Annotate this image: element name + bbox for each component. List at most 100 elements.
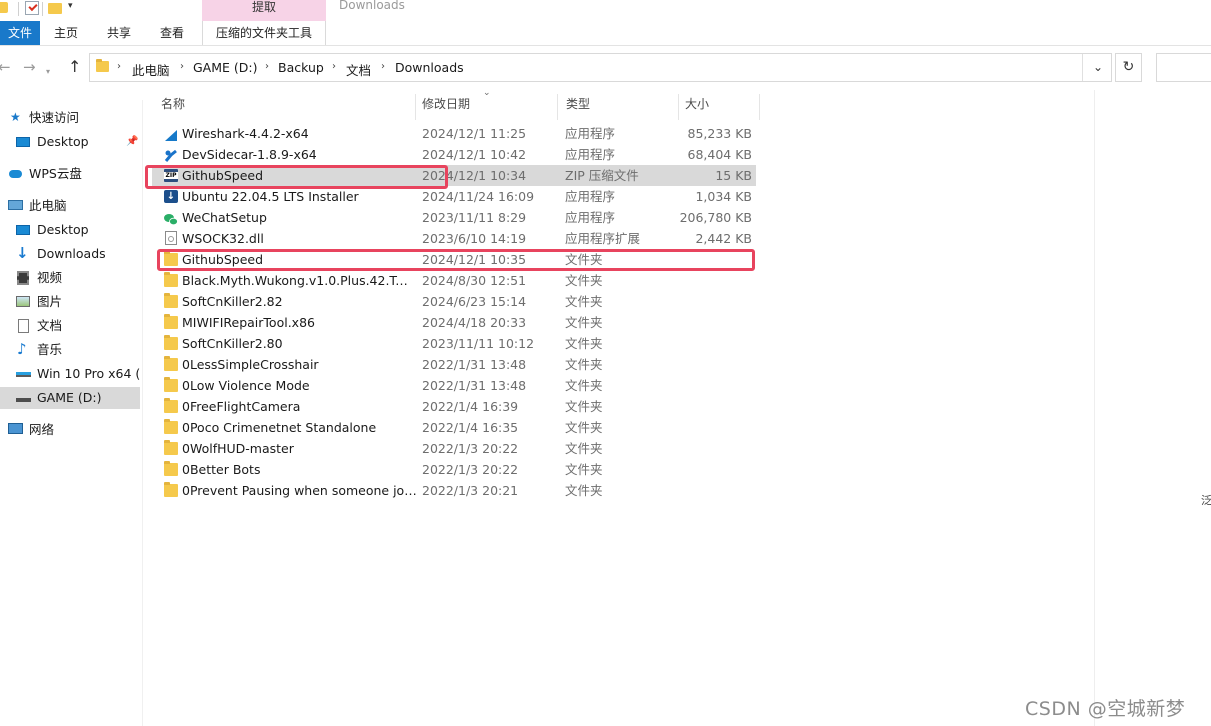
folder-row[interactable]: 0Low Violence Mode 2022/1/31 13:48 文件夹 [152, 375, 756, 396]
address-bar[interactable]: › 此电脑 › GAME (D:) › Backup › 文档 › Downlo… [89, 53, 1112, 82]
nav-item-network[interactable]: 网络 [0, 419, 140, 441]
folder-row[interactable]: 0Prevent Pausing when someone joins 2022… [152, 480, 756, 501]
nav-item-desktop[interactable]: Desktop [0, 219, 140, 241]
column-size-header[interactable]: 大小 [676, 94, 760, 120]
nav-item-quick-access[interactable]: ★ 快速访问 [0, 107, 140, 129]
divider [1094, 90, 1095, 726]
file-row[interactable]: ↓ Ubuntu 22.04.5 LTS Installer 2024/11/2… [152, 186, 756, 207]
file-name: SoftCnKiller2.80 [182, 336, 283, 351]
refresh-button[interactable]: ↻ [1115, 53, 1142, 82]
highlight-box [145, 165, 448, 189]
tab-compressed-folder-tools[interactable]: 压缩的文件夹工具 [202, 21, 326, 45]
divider [42, 2, 43, 16]
breadcrumb-documents[interactable]: 文档 [346, 60, 371, 79]
folder-row[interactable]: 0FreeFlightCamera 2022/1/4 16:39 文件夹 [152, 396, 756, 417]
chevron-right-icon[interactable]: › [332, 61, 336, 72]
properties-icon[interactable] [25, 1, 39, 15]
up-arrow-icon[interactable]: ↑ [68, 59, 81, 75]
file-row[interactable]: WSOCK32.dll 2023/6/10 14:19 应用程序扩展 2,442… [152, 228, 756, 249]
file-date: 2024/4/18 20:33 [422, 315, 527, 330]
file-date: 2022/1/31 13:48 [422, 378, 527, 393]
nav-item-videos[interactable]: 视频 [0, 267, 140, 289]
nav-item-documents[interactable]: 文档 [0, 315, 140, 337]
nav-item-this-pc[interactable]: 此电脑 [0, 195, 140, 217]
nav-item-label: Desktop [37, 222, 89, 237]
breadcrumb-this-pc[interactable]: 此电脑 [132, 60, 170, 79]
file-name: SoftCnKiller2.82 [182, 294, 283, 309]
folder-icon[interactable] [0, 2, 8, 13]
nav-item-label: WPS云盘 [29, 166, 82, 181]
file-name: WSOCK32.dll [182, 231, 264, 246]
folder-icon [164, 356, 178, 371]
nav-item-label: 快速访问 [29, 110, 80, 125]
nav-item-drive-d[interactable]: GAME (D:) [0, 387, 140, 409]
forward-arrow-icon[interactable]: → [23, 60, 36, 75]
tab-share[interactable]: 共享 [95, 21, 143, 45]
extract-context-header: 提取 [202, 0, 326, 21]
chevron-right-icon[interactable]: › [265, 61, 269, 72]
tab-view[interactable]: 查看 [148, 21, 196, 45]
search-input[interactable] [1156, 53, 1211, 82]
tab-file[interactable]: 文件 [0, 21, 40, 45]
column-name-header[interactable]: 名称 [152, 94, 416, 120]
network-icon [8, 423, 23, 434]
file-name: Ubuntu 22.04.5 LTS Installer [182, 189, 359, 204]
customize-quick-access-icon[interactable]: ▾ [68, 1, 73, 11]
nav-item-drive-c[interactable]: Win 10 Pro x64 (C [0, 363, 140, 385]
star-icon: ★ [10, 110, 21, 124]
file-name: Black.Myth.Wukong.v1.0.Plus.42.Train... [182, 273, 410, 288]
divider [1082, 54, 1083, 81]
title-bar: ▾ 提取 Downloads [0, 0, 1211, 21]
breadcrumb-game-drive[interactable]: GAME (D:) [193, 60, 257, 75]
breadcrumb-downloads[interactable]: Downloads [395, 60, 464, 75]
download-icon: ↓ [16, 244, 29, 262]
file-row[interactable]: WeChatSetup 2023/11/11 8:29 应用程序 206,780… [152, 207, 756, 228]
nav-item-label: 文档 [37, 318, 63, 333]
highlight-box [157, 249, 755, 271]
file-row[interactable]: DevSidecar-1.8.9-x64 2024/12/1 10:42 应用程… [152, 144, 756, 165]
nav-item-desktop-pinned[interactable]: Desktop 📌 [0, 131, 140, 153]
folder-row[interactable]: 0LessSimpleCrosshair 2022/1/31 13:48 文件夹 [152, 354, 756, 375]
file-type: 应用程序 [565, 147, 616, 162]
folder-row[interactable]: Black.Myth.Wukong.v1.0.Plus.42.Train... … [152, 270, 756, 291]
file-date: 2024/8/30 12:51 [422, 273, 527, 288]
nav-item-label: 音乐 [37, 342, 63, 357]
breadcrumb-backup[interactable]: Backup [278, 60, 324, 75]
document-icon [18, 319, 29, 333]
column-header: 名称 修改日期 类型 大小 ⌄ [152, 88, 764, 120]
nav-item-wps-cloud[interactable]: WPS云盘 [0, 163, 140, 185]
nav-item-music[interactable]: ♪ 音乐 [0, 339, 140, 361]
folder-row[interactable]: SoftCnKiller2.82 2024/6/23 15:14 文件夹 [152, 291, 756, 312]
ribbon-tabs: 文件 主页 共享 查看 压缩的文件夹工具 [0, 21, 1211, 46]
folder-row[interactable]: MIWIFIRepairTool.x86 2024/4/18 20:33 文件夹 [152, 312, 756, 333]
folder-row[interactable]: 0Poco Crimenetnet Standalone 2022/1/4 16… [152, 417, 756, 438]
folder-row[interactable]: 0Better Bots 2022/1/3 20:22 文件夹 [152, 459, 756, 480]
dll-icon [165, 231, 177, 245]
divider [18, 2, 19, 16]
folder-row[interactable]: SoftCnKiller2.80 2023/11/11 10:12 文件夹 [152, 333, 756, 354]
file-name: 0FreeFlightCamera [182, 399, 301, 414]
column-type-header[interactable]: 类型 [557, 94, 679, 120]
pin-icon[interactable]: 📌 [126, 131, 138, 153]
file-size: 1,034 KB [695, 189, 752, 204]
nav-item-label: Downloads [37, 246, 106, 261]
file-date: 2022/1/4 16:35 [422, 420, 519, 435]
chevron-right-icon[interactable]: › [180, 61, 184, 72]
chevron-right-icon[interactable]: › [381, 61, 385, 72]
tab-home[interactable]: 主页 [42, 21, 90, 45]
file-type: 应用程序 [565, 210, 616, 225]
file-date: 2024/12/1 11:25 [422, 126, 527, 141]
back-arrow-icon[interactable]: ← [0, 60, 11, 75]
chevron-down-icon[interactable]: ⌄ [1093, 60, 1103, 74]
new-folder-icon[interactable] [48, 3, 62, 14]
file-row[interactable]: Wireshark-4.4.2-x64 2024/12/1 11:25 应用程序… [152, 123, 756, 144]
file-type: 文件夹 [565, 399, 603, 414]
file-name: 0Better Bots [182, 462, 261, 477]
recent-locations-icon[interactable]: ▾ [46, 64, 50, 79]
nav-item-pictures[interactable]: 图片 [0, 291, 140, 313]
nav-item-downloads[interactable]: ↓ Downloads [0, 243, 140, 265]
folder-row[interactable]: 0WolfHUD-master 2022/1/3 20:22 文件夹 [152, 438, 756, 459]
file-date: 2022/1/4 16:39 [422, 399, 519, 414]
chevron-right-icon[interactable]: › [117, 61, 121, 72]
folder-icon [164, 335, 178, 350]
